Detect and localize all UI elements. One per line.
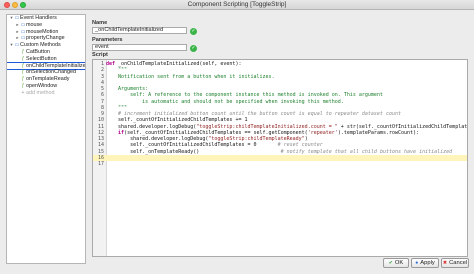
code-token: shared.developer.logDebug( — [106, 136, 209, 142]
code-token: """ — [106, 67, 128, 74]
name-field[interactable]: _onChildTemplateInitialized ✓ — [92, 27, 197, 35]
script-editor[interactable]: 1 def _onChildTemplateInitialized(self, e… — [92, 59, 468, 257]
code-token: 'repeater' — [307, 129, 338, 136]
line-number: 17 — [97, 161, 104, 167]
tree-item[interactable]: ƒ onChildTemplateInitialized — [7, 61, 86, 71]
valid-check-icon: ✓ — [190, 45, 197, 52]
apply-icon: ● — [415, 260, 419, 266]
tree-item-label: Event Handlers — [20, 15, 57, 21]
code-line[interactable]: 17 — [93, 161, 467, 167]
window-titlebar: Component Scripting [ToggleStrip] — [0, 0, 474, 10]
tree-item[interactable]: ƒ CatButton — [7, 49, 85, 56]
tree-item-label: onTemplateReady — [26, 76, 70, 83]
code-token: self: A reference to the component insta… — [106, 92, 383, 99]
code-token: def — [106, 61, 119, 67]
code-token: Notification sent from a button when it … — [106, 73, 275, 80]
tree-item[interactable]: ▸ ▭mouse — [7, 22, 85, 29]
code-token: "toggleStrip:childTemplateInitialized.co… — [196, 123, 338, 130]
parameters-label: Parameters — [92, 37, 123, 43]
tree-item-label: CatButton — [26, 48, 50, 55]
code-token: """ — [106, 104, 128, 111]
apply-button-label: Apply — [420, 260, 435, 266]
name-label: Name — [92, 20, 108, 26]
code-token: # increment initialized button count unt… — [106, 111, 402, 117]
code-token: self._countOfInitializedChildTemplates =… — [106, 142, 278, 149]
apply-button[interactable]: ● Apply — [411, 258, 439, 268]
tree-item-label: mouse — [26, 21, 43, 28]
code-token: ).templateParams.rowCount): — [337, 129, 420, 136]
tree-item-label: SelectButton — [26, 55, 57, 62]
code-token: ) — [304, 136, 308, 142]
tree-item-label: Custom Methods — [20, 42, 61, 49]
ok-button-label: OK — [394, 260, 404, 266]
method-tree[interactable]: ▾ ▭Event Handlers ▸ ▭mouse ▸ ▭mouseMotion ▸ ▭pr… — [6, 14, 86, 264]
tree-item[interactable]: ƒ onTemplateReady — [7, 76, 85, 83]
tree-item[interactable]: ƒ openWindow — [7, 83, 85, 90]
code-area[interactable]: 1 def _onChildTemplateInitialized(self, e… — [93, 60, 467, 167]
script-label: Script — [92, 52, 108, 58]
tree-item[interactable]: ƒ onSelectionChanged — [7, 69, 85, 76]
tree-item[interactable]: ▾ ▭Event Handlers — [7, 15, 85, 22]
tree-item-label: add method — [26, 89, 55, 96]
code-token: # notify template that all child buttons… — [280, 148, 453, 155]
code-token: self._onTemplateReady() — [106, 148, 281, 155]
parameters-value: event — [95, 44, 109, 50]
parameters-field[interactable]: event ✓ — [92, 44, 197, 52]
tree-item-label: onChildTemplateInitialized — [26, 62, 86, 69]
tree-item-label: mouseMotion — [26, 28, 59, 35]
code-token: # reset counter — [277, 142, 323, 149]
window-title: Component Scripting [ToggleStrip] — [187, 1, 287, 8]
tree-item[interactable]: ▾ ▭Custom Methods — [7, 42, 85, 49]
code-token: "toggleStrip:childTemplateReady" — [208, 136, 305, 142]
code-token: _onChildTemplateInitialized(self, event)… — [118, 61, 242, 67]
tree-item[interactable]: + add method — [7, 90, 85, 97]
tree-item-label: openWindow — [26, 82, 58, 89]
valid-check-icon: ✓ — [190, 28, 197, 35]
code-token: + str(self._countOfInitializedChildTempl… — [337, 123, 468, 130]
checkmark-icon: ✔ — [388, 260, 393, 266]
code-token: is automatic and should not be specified… — [106, 98, 344, 105]
ok-button[interactable]: ✔ OK — [383, 258, 409, 268]
tree-item[interactable]: ▸ ▭propertyChange — [7, 35, 85, 42]
cancel-button[interactable]: ✖ Cancel — [441, 258, 469, 268]
code-token: self._countOfInitializedChildTemplates +… — [106, 117, 248, 124]
tree-item[interactable]: ƒ SelectButton — [7, 56, 85, 63]
code-token: (self._countOfInitializedChildTemplates … — [124, 129, 308, 136]
cancel-button-label: Cancel — [449, 260, 468, 266]
tree-item-label: onSelectionChanged — [26, 69, 77, 76]
name-value: _onChildTemplateInitialized — [95, 27, 164, 33]
code-token: shared.developer.logDebug( — [106, 123, 197, 130]
tree-item-label: propertyChange — [26, 35, 65, 42]
cancel-icon: ✖ — [442, 260, 448, 266]
code-token: Arguments: — [106, 86, 149, 92]
tree-item[interactable]: ▸ ▭mouseMotion — [7, 29, 85, 36]
code-token: if — [106, 129, 125, 136]
